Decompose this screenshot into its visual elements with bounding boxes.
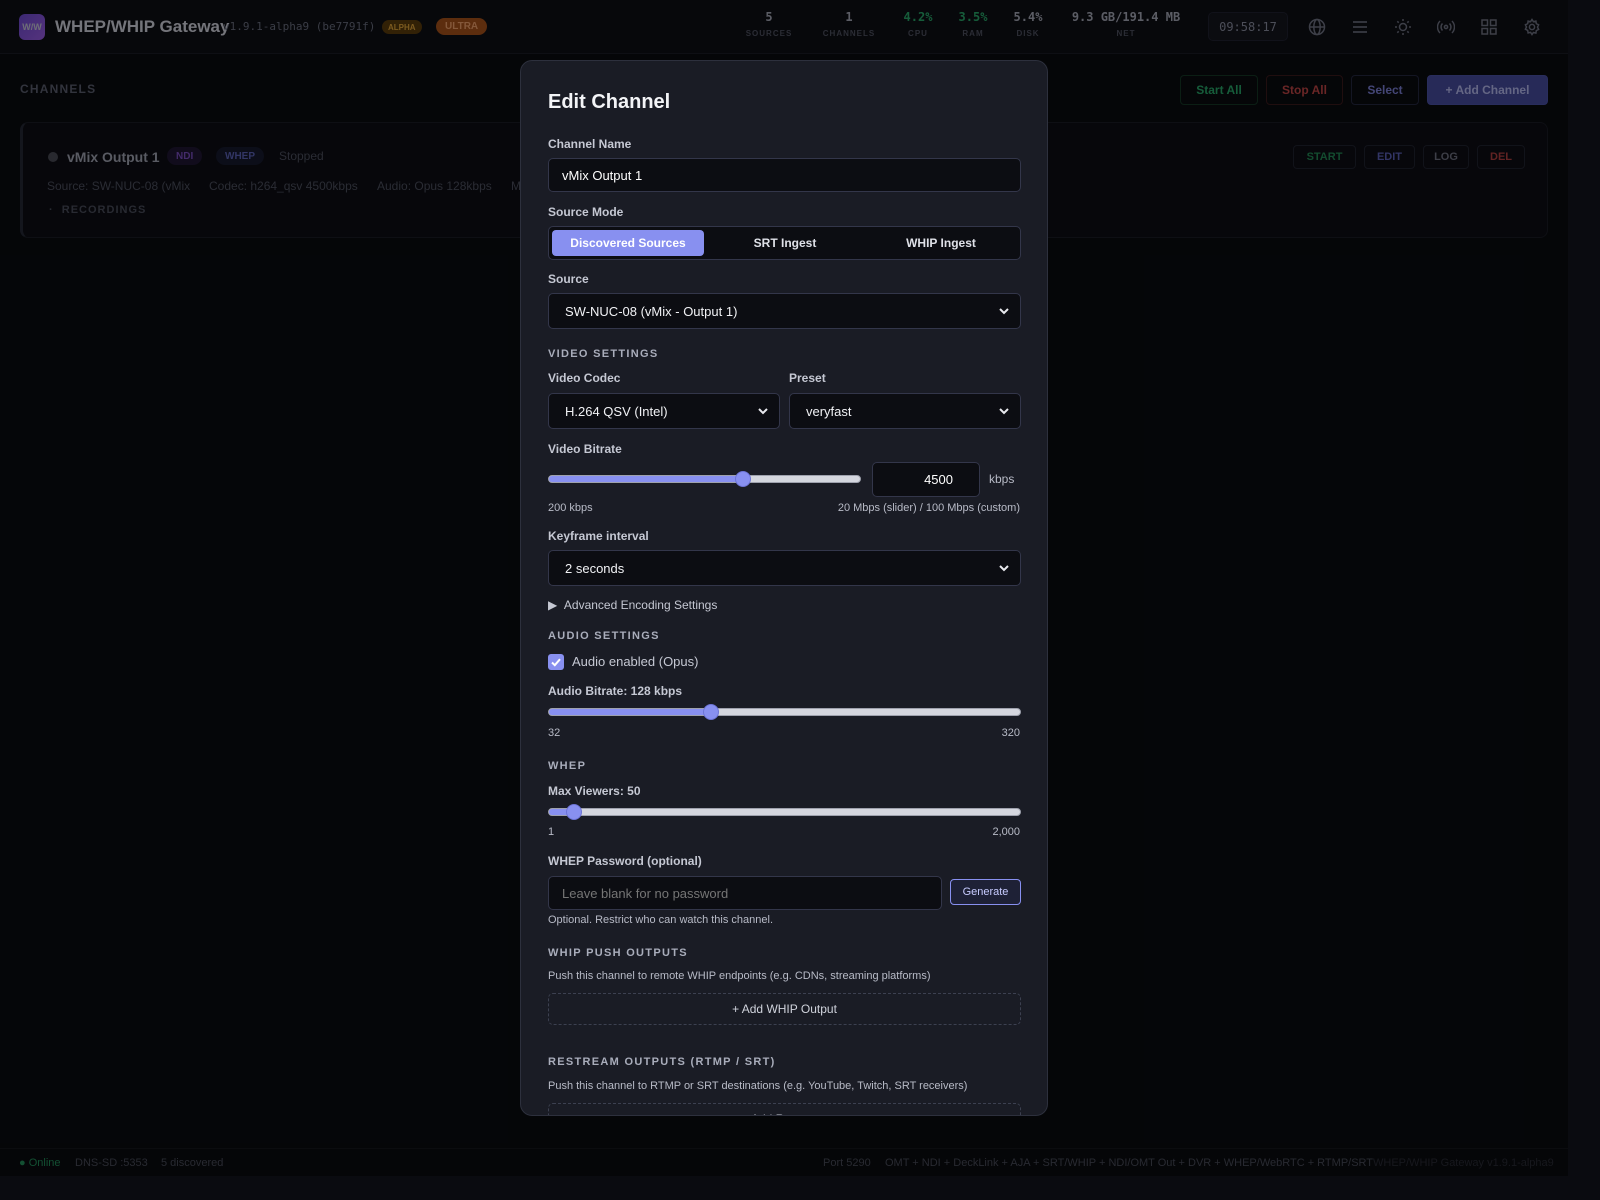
source-mode-whip[interactable]: WHIP Ingest [865,230,1017,256]
source-mode-srt[interactable]: SRT Ingest [709,230,861,256]
chevron-down-icon [758,408,768,415]
video-settings-heading: VIDEO SETTINGS [548,348,659,360]
audio-enabled-checkbox[interactable] [548,654,564,670]
triangle-right-icon: ▶ [548,598,564,612]
restream-heading: RESTREAM OUTPUTS (RTMP / SRT) [548,1056,776,1068]
channel-name-field[interactable] [548,158,1021,192]
audio-bitrate-min: 32 [548,727,561,739]
source-label: Source [548,272,589,286]
audio-enabled-label: Audio enabled (Opus) [572,654,699,669]
video-bitrate-unit: kbps [989,472,1015,486]
video-codec-value: H.264 QSV (Intel) [565,403,668,419]
whip-push-help: Push this channel to remote WHIP endpoin… [548,970,931,982]
generate-password-button[interactable]: Generate [950,879,1021,905]
video-bitrate-min: 200 kbps [548,502,593,514]
checkmark-icon [551,658,561,667]
video-bitrate-max: 20 Mbps (slider) / 100 Mbps (custom) [837,502,1020,514]
source-mode-label: Source Mode [548,205,624,219]
keyframe-select[interactable]: 2 seconds [548,550,1021,586]
slider-track [548,808,1021,816]
slider-fill [549,476,745,482]
max-viewers-label: Max Viewers: 50 [548,784,641,798]
video-codec-label: Video Codec [548,371,621,385]
video-bitrate-slider[interactable] [548,470,861,488]
whep-heading: WHEP [548,760,587,772]
chevron-down-icon [999,308,1009,315]
add-whip-output-button[interactable]: + Add WHIP Output [548,993,1021,1025]
source-mode-toggle: Discovered Sources SRT Ingest WHIP Inges… [548,226,1021,260]
chevron-down-icon [999,408,1009,415]
video-bitrate-label: Video Bitrate [548,442,622,456]
preset-label: Preset [789,371,826,385]
source-select-value: SW-NUC-08 (vMix - Output 1) [565,303,738,319]
audio-bitrate-label: Audio Bitrate: 128 kbps [548,684,683,698]
preset-value: veryfast [806,403,852,419]
video-bitrate-input[interactable]: 4500 [872,462,980,497]
preset-select[interactable]: veryfast [789,393,1021,429]
channel-name-label: Channel Name [548,137,632,151]
edit-channel-modal: Edit Channel Channel Name Source Mode Di… [520,60,1048,1116]
add-restream-button[interactable]: + Add Restream [548,1103,1021,1115]
video-codec-select[interactable]: H.264 QSV (Intel) [548,393,780,429]
audio-bitrate-max: 320 [1001,727,1020,739]
whep-password-label: WHEP Password (optional) [548,854,702,868]
restream-help: Push this channel to RTMP or SRT destina… [548,1080,968,1092]
audio-settings-heading: AUDIO SETTINGS [548,630,660,642]
modal-title: Edit Channel [548,91,671,113]
whep-password-help: Optional. Restrict who can watch this ch… [548,914,774,926]
source-mode-discovered[interactable]: Discovered Sources [552,230,704,256]
slider-track [548,708,1021,716]
slider-thumb[interactable] [703,704,720,720]
slider-fill [549,809,568,815]
chevron-down-icon [999,565,1009,572]
whep-password-field[interactable] [548,876,942,910]
slider-fill [549,709,710,715]
whip-push-heading: WHIP PUSH OUTPUTS [548,947,688,959]
advanced-encoding-toggle[interactable]: ▶ Advanced Encoding Settings [548,598,717,612]
max-viewers-min: 1 [548,826,555,838]
keyframe-value: 2 seconds [565,560,625,576]
keyframe-label: Keyframe interval [548,529,649,543]
max-viewers-slider[interactable] [548,803,1021,821]
audio-bitrate-slider[interactable] [548,703,1021,721]
slider-thumb[interactable] [566,804,583,820]
source-select[interactable]: SW-NUC-08 (vMix - Output 1) [548,293,1021,329]
slider-track [548,475,861,483]
slider-thumb[interactable] [735,471,752,487]
advanced-encoding-label: Advanced Encoding Settings [563,598,718,612]
max-viewers-max: 2,000 [992,826,1020,838]
